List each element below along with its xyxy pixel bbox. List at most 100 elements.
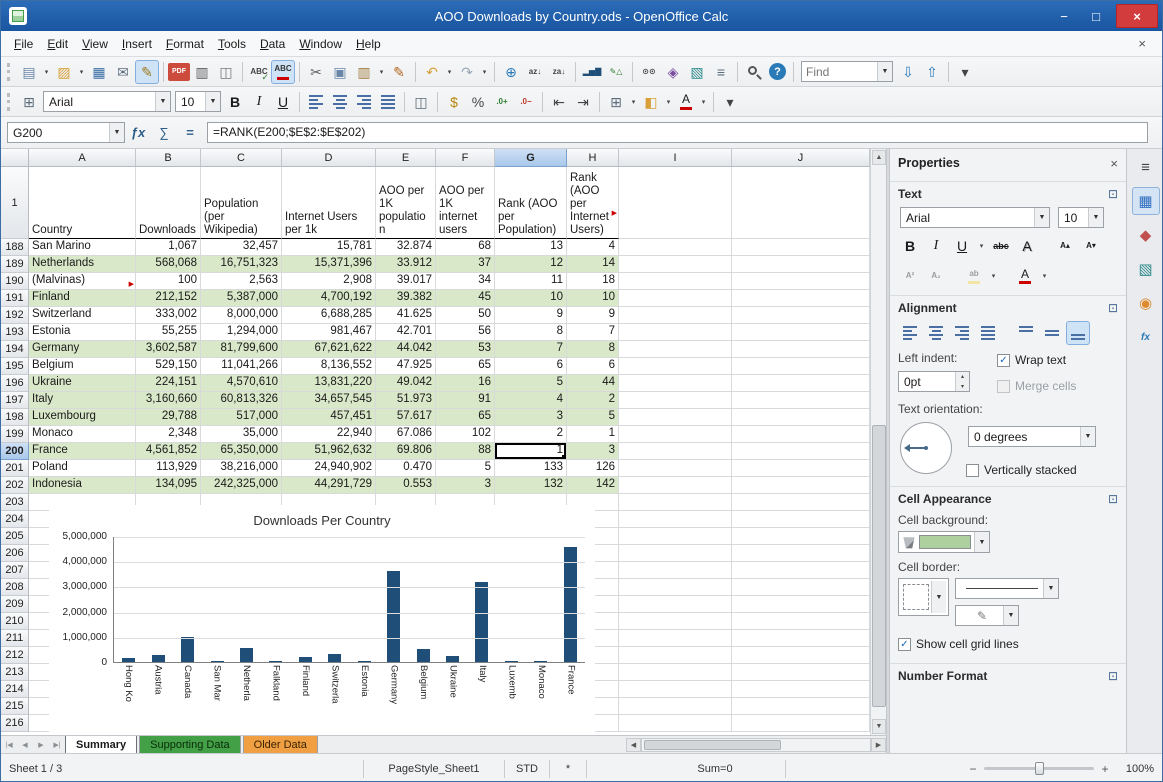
align-justified-icon[interactable] xyxy=(976,321,1000,345)
cell-A189[interactable]: Netherlands xyxy=(29,256,136,273)
close-button[interactable]: × xyxy=(1116,4,1158,28)
cell-E190[interactable]: 39.017 xyxy=(376,273,436,290)
show-draw-functions-icon[interactable]: ✎△ xyxy=(604,60,628,84)
row-header-191[interactable]: 191 xyxy=(1,290,29,307)
cell-A1[interactable]: Country xyxy=(29,167,136,239)
cell-empty[interactable] xyxy=(732,273,870,290)
cell-B200[interactable]: 4,561,852 xyxy=(136,443,201,460)
sidebar-font-color-dropdown-icon[interactable]: ▾ xyxy=(1039,264,1050,288)
embedded-chart[interactable]: Downloads Per Country 0 1,000,000 2,000,00… xyxy=(49,505,595,735)
cell-C192[interactable]: 8,000,000 xyxy=(201,307,282,324)
find-input-box[interactable]: ▼ xyxy=(801,61,893,82)
cell-empty[interactable] xyxy=(732,256,870,273)
cell-D194[interactable]: 67,621,622 xyxy=(282,341,376,358)
cell-G198[interactable]: 3 xyxy=(495,409,567,426)
cell-C197[interactable]: 60,813,326 xyxy=(201,392,282,409)
cell-C200[interactable]: 65,350,000 xyxy=(201,443,282,460)
cell-G190[interactable]: 11 xyxy=(495,273,567,290)
cell-empty[interactable] xyxy=(732,167,870,239)
font-size-combo-dropdown-icon[interactable]: ▼ xyxy=(205,92,220,111)
cell-H202[interactable]: 142 xyxy=(567,477,619,494)
row-header-196[interactable]: 196 xyxy=(1,375,29,392)
cell-B192[interactable]: 333,002 xyxy=(136,307,201,324)
merge-cells-icon[interactable]: ◫ xyxy=(409,90,433,114)
align-left-icon[interactable] xyxy=(304,90,328,114)
spelling-icon[interactable]: ABC ✓ xyxy=(247,60,271,84)
align-center-icon[interactable] xyxy=(328,90,352,114)
cell-F200[interactable]: 88 xyxy=(436,443,495,460)
cell-C195[interactable]: 11,041,266 xyxy=(201,358,282,375)
underline-icon[interactable]: U xyxy=(271,90,295,114)
cell-C199[interactable]: 35,000 xyxy=(201,426,282,443)
line-color-dropdown-icon[interactable]: ▼ xyxy=(1003,606,1018,625)
cell-A197[interactable]: Italy xyxy=(29,392,136,409)
cell-A200[interactable]: France xyxy=(29,443,136,460)
cell-empty[interactable] xyxy=(732,647,870,664)
sidebar-font-size-dropdown-icon[interactable]: ▼ xyxy=(1088,208,1103,227)
cell-F1[interactable]: AOO per 1K internet users xyxy=(436,167,495,239)
undo-dropdown-icon[interactable]: ▾ xyxy=(444,60,455,84)
row-header-206[interactable]: 206 xyxy=(1,545,29,562)
text-orientation-dial[interactable] xyxy=(900,422,952,474)
cell-F192[interactable]: 50 xyxy=(436,307,495,324)
align-left-icon[interactable] xyxy=(898,321,922,345)
row-header-1[interactable]: 1 xyxy=(1,167,29,239)
cell-D1[interactable]: Internet Users per 1k xyxy=(282,167,376,239)
new-document-dropdown-icon[interactable]: ▾ xyxy=(41,60,52,84)
row-header-209[interactable]: 209 xyxy=(1,596,29,613)
cell-empty[interactable] xyxy=(732,358,870,375)
cell-G1[interactable]: Rank (AOO per Population) xyxy=(495,167,567,239)
cell-A191[interactable]: Finland xyxy=(29,290,136,307)
font-size-combo[interactable]: 10 ▼ xyxy=(175,91,221,112)
sheet-tab-supporting-data[interactable]: Supporting Data xyxy=(139,736,241,753)
cell-D188[interactable]: 15,781 xyxy=(282,239,376,256)
cell-C196[interactable]: 4,570,610 xyxy=(201,375,282,392)
shadow-icon[interactable]: A xyxy=(1015,234,1039,258)
cell-A202[interactable]: Indonesia xyxy=(29,477,136,494)
sidebar-font-name-dropdown-icon[interactable]: ▼ xyxy=(1034,208,1049,227)
cell-H197[interactable]: 2 xyxy=(567,392,619,409)
merge-cells-checkbox-box[interactable] xyxy=(997,379,1010,393)
number-format-dialog-launcher-icon[interactable]: ⊡ xyxy=(1108,669,1118,683)
sidebar-font-color-icon[interactable]: A xyxy=(1013,264,1037,288)
zoom-icon[interactable] xyxy=(742,60,766,84)
cell-A201[interactable]: Poland xyxy=(29,460,136,477)
cell-D197[interactable]: 34,657,545 xyxy=(282,392,376,409)
cell-B197[interactable]: 3,160,660 xyxy=(136,392,201,409)
row-header-188[interactable]: 188 xyxy=(1,239,29,256)
functions-tab-icon[interactable]: fx xyxy=(1132,323,1160,351)
cell-G191[interactable]: 10 xyxy=(495,290,567,307)
cell-E188[interactable]: 32.874 xyxy=(376,239,436,256)
print-icon[interactable]: ▥ xyxy=(190,60,214,84)
cell-E198[interactable]: 57.617 xyxy=(376,409,436,426)
cell-G195[interactable]: 6 xyxy=(495,358,567,375)
cell-G197[interactable]: 4 xyxy=(495,392,567,409)
cell-E197[interactable]: 51.973 xyxy=(376,392,436,409)
cell-F201[interactable]: 5 xyxy=(436,460,495,477)
borders-icon[interactable]: ⊞ xyxy=(604,90,628,114)
cell-empty[interactable] xyxy=(619,681,732,698)
section-cell-appearance-header[interactable]: Cell Appearance ⊡ xyxy=(890,486,1126,509)
sum-display[interactable]: Sum=0 xyxy=(645,763,785,775)
cell-D189[interactable]: 15,371,396 xyxy=(282,256,376,273)
menu-edit[interactable]: Edit xyxy=(40,33,75,55)
sidebar-font-size-combo[interactable]: 10 ▼ xyxy=(1058,207,1104,228)
cell-A195[interactable]: Belgium xyxy=(29,358,136,375)
underline-dropdown-icon[interactable]: ▾ xyxy=(976,234,987,258)
menu-file[interactable]: File xyxy=(7,33,40,55)
cut-icon[interactable]: ✂ xyxy=(304,60,328,84)
cell-F188[interactable]: 68 xyxy=(436,239,495,256)
formula-icon[interactable]: = xyxy=(177,121,203,145)
subscript-icon[interactable]: A₂ xyxy=(924,264,948,288)
cell-empty[interactable] xyxy=(619,545,732,562)
minimize-button[interactable]: − xyxy=(1048,5,1080,27)
find-and-replace-icon[interactable]: ⊙⊙ xyxy=(637,60,661,84)
row-header-190[interactable]: 190 xyxy=(1,273,29,290)
cell-F197[interactable]: 91 xyxy=(436,392,495,409)
cell-empty[interactable] xyxy=(619,307,732,324)
cell-empty[interactable] xyxy=(619,494,732,511)
column-header-E[interactable]: E xyxy=(376,149,436,167)
cell-H195[interactable]: 6 xyxy=(567,358,619,375)
cell-empty[interactable] xyxy=(732,664,870,681)
column-header-H[interactable]: H xyxy=(567,149,619,167)
